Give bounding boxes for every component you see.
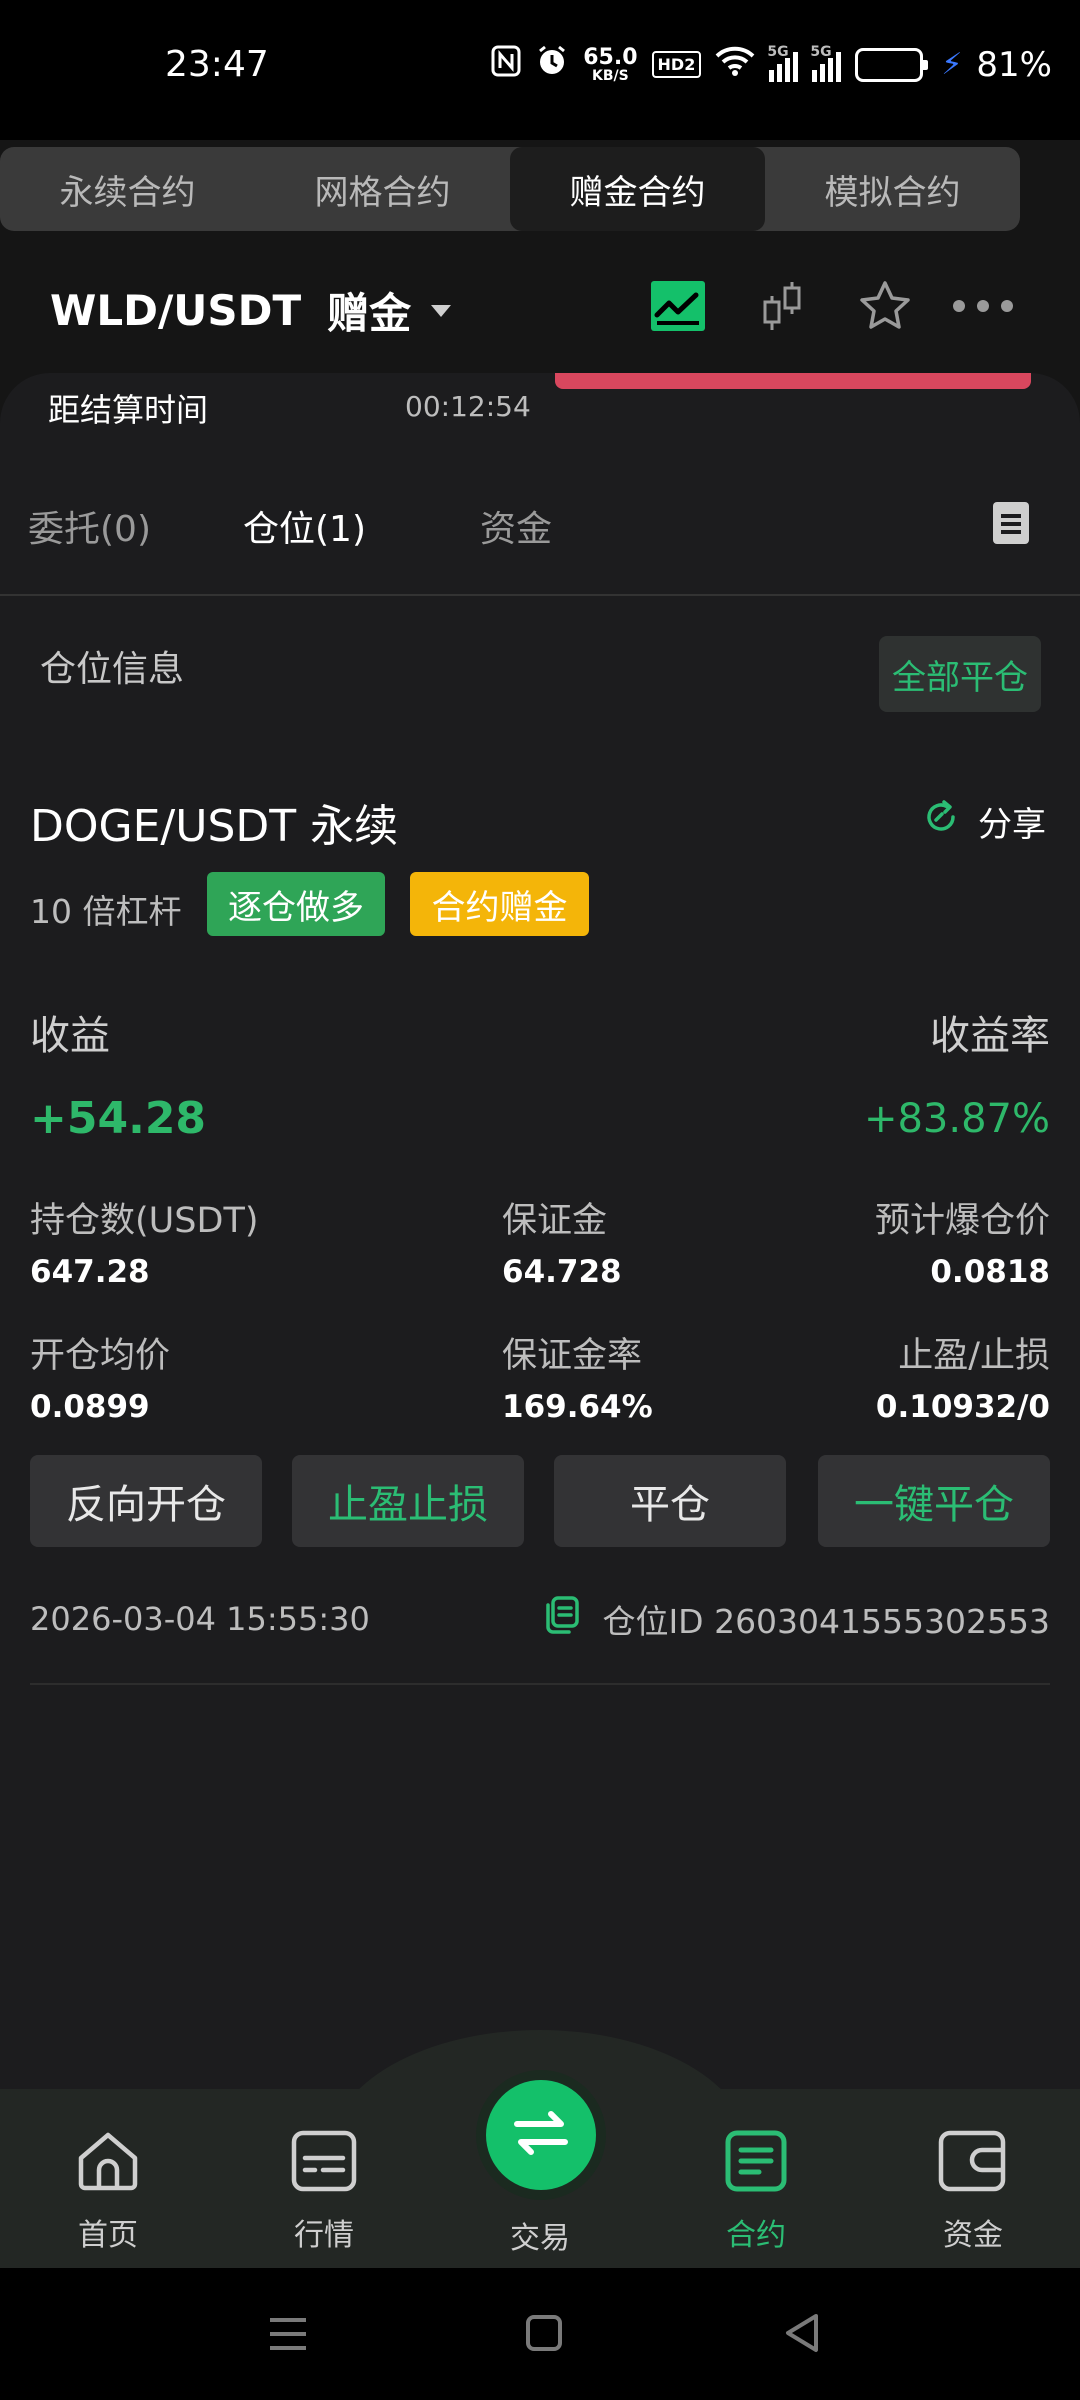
settlement-countdown: 00:12:54	[405, 390, 531, 423]
close-all-button[interactable]: 全部平仓	[879, 636, 1041, 712]
margin-value: 64.728	[502, 1254, 622, 1290]
position-id-text: 仓位ID 2603041555302553	[602, 1602, 1050, 1641]
share-label: 分享	[978, 805, 1046, 845]
bonus-tag: 合约赠金	[410, 872, 589, 936]
divider	[30, 1683, 1050, 1685]
one-click-close-button[interactable]: 一键平仓	[818, 1455, 1050, 1547]
chevron-down-icon	[431, 304, 452, 317]
direction-tag: 逐仓做多	[207, 872, 385, 936]
nav-wallet[interactable]: 资金	[903, 2130, 1043, 2254]
list-icon[interactable]	[993, 502, 1029, 544]
pair-name: WLD/USDT	[50, 286, 302, 335]
share-icon	[922, 798, 960, 845]
pair-selector[interactable]: WLD/USDT 赠金	[50, 280, 452, 341]
home-square-icon[interactable]	[525, 2314, 563, 2356]
divider	[0, 594, 1080, 596]
tpsl-button[interactable]: 止盈止损	[292, 1455, 524, 1547]
entry-price-label: 开仓均价	[30, 1336, 171, 1376]
star-icon[interactable]	[855, 276, 915, 336]
contract-icon	[725, 2130, 787, 2200]
position-id[interactable]: 仓位ID 2603041555302553	[544, 1595, 1050, 1643]
nav-home[interactable]: 首页	[38, 2130, 178, 2254]
contract-type-tabs: 永续合约 网格合约 赠金合约 模拟合约	[0, 147, 1020, 231]
nav-trade-label: 交易	[510, 2221, 570, 2256]
candlestick-icon[interactable]	[752, 276, 812, 336]
pnl-rate-value: +83.87%	[863, 1096, 1050, 1142]
liq-price-label: 预计爆仓价	[874, 1201, 1050, 1241]
nfc-icon	[491, 45, 521, 84]
wifi-icon	[715, 45, 755, 84]
status-icons: 65.0 KB/S HD2 5G 5G ⚡ 81%	[491, 44, 1052, 85]
tab-simulated[interactable]: 模拟合约	[765, 147, 1020, 231]
net-speed: 65.0 KB/S	[583, 44, 638, 84]
position-symbol: DOGE/USDT 永续	[30, 801, 399, 852]
nav-label: 首页	[78, 2218, 138, 2253]
nav-label: 资金	[943, 2218, 1003, 2253]
battery-icon	[855, 47, 929, 82]
section-title: 仓位信息	[40, 649, 185, 690]
nav-trade[interactable]	[486, 2080, 596, 2190]
copy-icon[interactable]	[544, 1595, 580, 1643]
tab-grid[interactable]: 网格合约	[255, 147, 510, 231]
charging-icon: ⚡	[941, 47, 963, 82]
tpsl-label: 止盈/止损	[898, 1336, 1050, 1376]
settlement-label: 距结算时间	[48, 391, 209, 429]
tab-bonus[interactable]: 赠金合约	[510, 147, 765, 231]
signal-icon: 5G	[767, 44, 799, 82]
liq-price-value: 0.0818	[930, 1254, 1050, 1290]
battery-percent: 81%	[976, 44, 1052, 85]
margin-rate-value: 169.64%	[502, 1389, 653, 1425]
hd-badge: HD2	[651, 51, 702, 78]
close-position-button[interactable]: 平仓	[554, 1455, 786, 1547]
nav-market[interactable]: 行情	[254, 2130, 394, 2254]
nav-contract[interactable]: 合约	[686, 2130, 826, 2254]
nav-label: 行情	[294, 2218, 354, 2253]
more-icon[interactable]	[950, 276, 1016, 336]
market-icon	[291, 2130, 357, 2200]
tab-funds[interactable]: 资金	[480, 500, 552, 552]
nav-label: 合约	[726, 2218, 786, 2253]
tab-perpetual[interactable]: 永续合约	[0, 147, 255, 231]
size-label: 持仓数(USDT)	[30, 1201, 259, 1241]
tab-positions[interactable]: 仓位(1)	[243, 500, 366, 552]
chart-line-icon[interactable]	[648, 276, 708, 336]
margin-rate-label: 保证金率	[502, 1336, 643, 1376]
status-time: 23:47	[165, 44, 269, 85]
alarm-icon	[535, 44, 569, 85]
wallet-icon	[938, 2130, 1008, 2200]
signal-icon: 5G	[810, 44, 842, 82]
back-icon[interactable]	[782, 2312, 822, 2358]
share-button[interactable]: 分享	[922, 797, 1046, 846]
reverse-open-button[interactable]: 反向开仓	[30, 1455, 262, 1547]
entry-price-value: 0.0899	[30, 1389, 150, 1425]
size-value: 647.28	[30, 1254, 150, 1290]
position-timestamp: 2026-03-04 15:55:30	[30, 1600, 370, 1638]
pnl-rate-label: 收益率	[930, 1013, 1050, 1059]
pair-mode: 赠金	[327, 289, 412, 338]
margin-label: 保证金	[502, 1201, 608, 1241]
pnl-value: +54.28	[30, 1093, 207, 1144]
alert-bar	[555, 373, 1031, 389]
home-icon	[75, 2130, 141, 2200]
menu-icon[interactable]	[268, 2316, 308, 2356]
leverage: 10 倍杠杆	[30, 892, 182, 931]
swap-icon	[511, 2108, 571, 2162]
tab-orders[interactable]: 委托(0)	[28, 500, 151, 552]
tpsl-value: 0.10932/0	[875, 1389, 1050, 1425]
pnl-label: 收益	[30, 1013, 110, 1059]
